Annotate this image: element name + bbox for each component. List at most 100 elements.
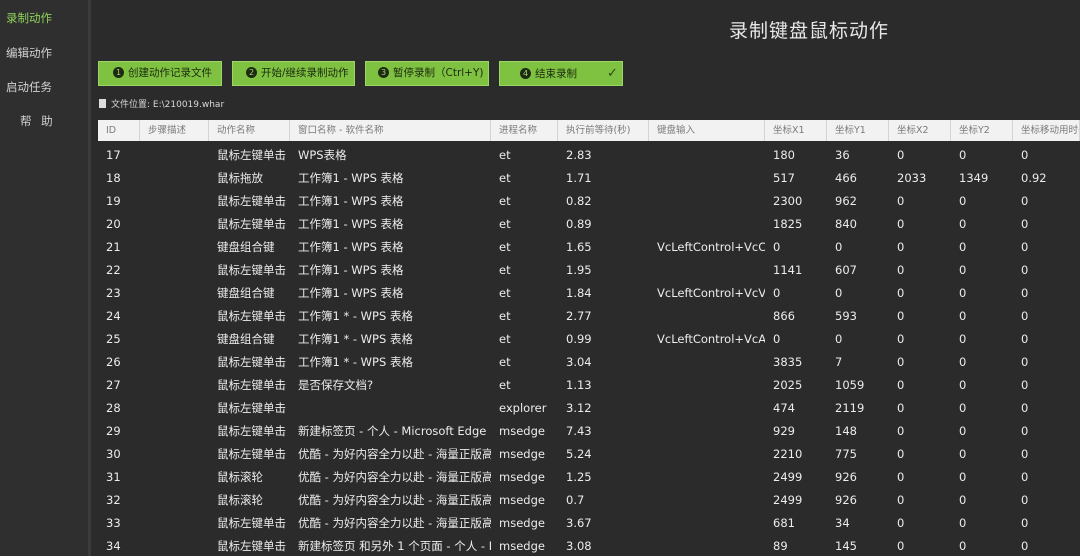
table-cell: 鼠标左键单击 xyxy=(217,148,286,162)
create-record-file-label: 创建动作记录文件 xyxy=(128,67,212,79)
table-cell: msedge xyxy=(499,447,545,461)
table-cell: 0 xyxy=(1021,309,1029,323)
column-header[interactable]: 坐标X1 xyxy=(765,120,827,141)
table-cell: 18 xyxy=(106,171,121,185)
table-cell: 34 xyxy=(835,516,850,530)
table-cell: 工作簿1 - WPS 表格 xyxy=(298,263,404,277)
table-cell: 926 xyxy=(835,470,857,484)
table-row[interactable]: 22 鼠标左键单击 工作簿1 - WPS 表格 et 1.95 1141 607 0 0 0 xyxy=(98,256,1080,279)
table-cell: 0 xyxy=(1021,355,1029,369)
table-cell: 键盘组合键 xyxy=(217,286,275,300)
table-cell: 0 xyxy=(959,263,967,277)
table-cell xyxy=(649,486,765,509)
table-cell: 681 xyxy=(773,516,795,530)
table-cell: 优酷 - 为好内容全力以赴 - 海量正版高 xyxy=(298,470,491,484)
table-cell: 840 xyxy=(835,217,857,231)
start-resume-record-button[interactable]: 2 开始/继续录制动作 xyxy=(232,61,355,86)
table-cell: 180 xyxy=(773,148,795,162)
column-header[interactable]: 执行前等待(秒) xyxy=(558,120,649,141)
table-row[interactable]: 32 鼠标滚轮 优酷 - 为好内容全力以赴 - 海量正版高 msedge 0.7 2499… xyxy=(98,486,1080,509)
table-cell: 0 xyxy=(959,424,967,438)
column-header[interactable]: 坐标移动用时(秒) xyxy=(1013,120,1080,141)
sidebar-item-edit[interactable]: 编辑动作 xyxy=(0,36,88,70)
column-header[interactable]: 步骤描述 xyxy=(140,120,209,141)
table-cell xyxy=(649,187,765,210)
table-cell: 优酷 - 为好内容全力以赴 - 海量正版高 xyxy=(298,493,491,507)
table-cell: 是否保存文档? xyxy=(298,378,374,392)
table-row[interactable]: 17 鼠标左键单击 WPS表格 et 2.83 180 36 0 0 0 xyxy=(98,141,1080,164)
table-cell: 新建标签页 和另外 1 个页面 - 个人 - M xyxy=(298,539,491,553)
file-location-text: 文件位置: E:\210019.whar xyxy=(111,100,225,110)
column-header[interactable]: 坐标Y2 xyxy=(951,120,1013,141)
table-cell: 0 xyxy=(897,401,905,415)
table-cell: 0.99 xyxy=(566,332,592,346)
table-row[interactable]: 21 键盘组合键 工作簿1 - WPS 表格 et 1.65 VcLeftControl+… xyxy=(98,233,1080,256)
table-cell: et xyxy=(499,309,511,323)
table-row[interactable]: 23 键盘组合键 工作簿1 - WPS 表格 et 1.84 VcLeftControl+… xyxy=(98,279,1080,302)
table-cell: 工作簿1 * - WPS 表格 xyxy=(298,332,413,346)
table-cell: 3835 xyxy=(773,355,803,369)
table-cell xyxy=(649,164,765,187)
table-cell: 0 xyxy=(959,516,967,530)
column-header[interactable]: ID xyxy=(98,120,140,141)
table-cell: et xyxy=(499,148,511,162)
table-cell: 工作簿1 - WPS 表格 xyxy=(298,286,404,300)
column-header[interactable]: 窗口名称 - 软件名称 xyxy=(290,120,491,141)
sidebar-item-launch-task[interactable]: 启动任务 xyxy=(0,70,88,104)
pause-record-button[interactable]: 3 暂停录制（Ctrl+Y) xyxy=(365,61,489,86)
table-cell: 926 xyxy=(835,493,857,507)
table-row[interactable]: 29 鼠标左键单击 新建标签页 - 个人 - Microsoft Edge msedg… xyxy=(98,417,1080,440)
table-cell: 工作簿1 - WPS 表格 xyxy=(298,194,404,208)
table-cell xyxy=(140,210,209,233)
table-row[interactable]: 31 鼠标滚轮 优酷 - 为好内容全力以赴 - 海量正版高 msedge 1.25 249… xyxy=(98,463,1080,486)
table-row[interactable]: 30 鼠标左键单击 优酷 - 为好内容全力以赴 - 海量正版高 msedge 5.24 2… xyxy=(98,440,1080,463)
table-cell: 30 xyxy=(106,447,121,461)
sidebar-item-help[interactable]: 帮 助 xyxy=(0,104,88,138)
table-cell: 0 xyxy=(959,493,967,507)
table-row[interactable]: 18 鼠标拖放 工作簿1 - WPS 表格 et 1.71 517 466 2033 1349 0… xyxy=(98,164,1080,187)
table-cell: 1.13 xyxy=(566,378,592,392)
table-row[interactable]: 24 鼠标左键单击 工作簿1 * - WPS 表格 et 2.77 866 593 0 0 0 xyxy=(98,302,1080,325)
table-cell xyxy=(140,509,209,532)
table-cell xyxy=(140,486,209,509)
table-row[interactable]: 27 鼠标左键单击 是否保存文档? et 1.13 2025 1059 0 0 0 xyxy=(98,371,1080,394)
table-row[interactable]: 28 鼠标左键单击 explorer 3.12 474 2119 0 0 0 xyxy=(98,394,1080,417)
table-cell: 33 xyxy=(106,516,121,530)
table-cell xyxy=(649,302,765,325)
table-cell: 鼠标左键单击 xyxy=(217,424,286,438)
table-row[interactable]: 33 鼠标左键单击 优酷 - 为好内容全力以赴 - 海量正版高 msedge 3.67 6… xyxy=(98,509,1080,532)
check-icon: ✓ xyxy=(607,66,618,81)
column-header[interactable]: 坐标X2 xyxy=(889,120,951,141)
actions-table[interactable]: ID 步骤描述 动作名称 窗口名称 - 软件名称 进程名称 执行前等待(秒) 键盘输入 坐标X… xyxy=(98,120,1080,556)
end-record-label: 结束录制 xyxy=(535,68,577,80)
table-cell: 0 xyxy=(835,332,843,346)
table-cell: 0 xyxy=(897,286,905,300)
column-header[interactable]: 键盘输入 xyxy=(649,120,765,141)
table-cell: 0 xyxy=(1021,424,1029,438)
table-cell: 2119 xyxy=(835,401,865,415)
table-cell xyxy=(140,279,209,302)
table-row[interactable]: 20 鼠标左键单击 工作簿1 - WPS 表格 et 0.89 1825 840 0 0 0 xyxy=(98,210,1080,233)
table-cell xyxy=(140,532,209,555)
sidebar-item-record[interactable]: 录制动作 xyxy=(0,1,88,35)
table-cell: 31 xyxy=(106,470,121,484)
page-title: 录制键盘鼠标动作 xyxy=(729,20,890,42)
column-header[interactable]: 坐标Y1 xyxy=(827,120,889,141)
table-cell xyxy=(140,141,209,164)
table-cell: 鼠标左键单击 xyxy=(217,378,286,392)
table-row[interactable]: 19 鼠标左键单击 工作簿1 - WPS 表格 et 0.82 2300 962 0 0 0 xyxy=(98,187,1080,210)
table-cell: 0 xyxy=(959,309,967,323)
table-cell: 21 xyxy=(106,240,121,254)
table-row[interactable]: 26 鼠标左键单击 工作簿1 * - WPS 表格 et 3.04 3835 7 0 0 0 xyxy=(98,348,1080,371)
table-cell: 607 xyxy=(835,263,857,277)
table-cell: 17 xyxy=(106,148,121,162)
table-cell: 29 xyxy=(106,424,121,438)
column-header[interactable]: 动作名称 xyxy=(209,120,290,141)
table-row[interactable]: 25 键盘组合键 工作簿1 * - WPS 表格 et 0.99 VcLeftContro… xyxy=(98,325,1080,348)
create-record-file-button[interactable]: 1 创建动作记录文件 xyxy=(98,61,222,86)
end-record-button[interactable]: 4 结束录制 ✓ xyxy=(499,61,623,86)
table-cell: 89 xyxy=(773,539,788,553)
table-cell: 1.71 xyxy=(566,171,592,185)
column-header[interactable]: 进程名称 xyxy=(491,120,558,141)
table-row[interactable]: 34 鼠标左键单击 新建标签页 和另外 1 个页面 - 个人 - M msedge 3.… xyxy=(98,532,1080,555)
